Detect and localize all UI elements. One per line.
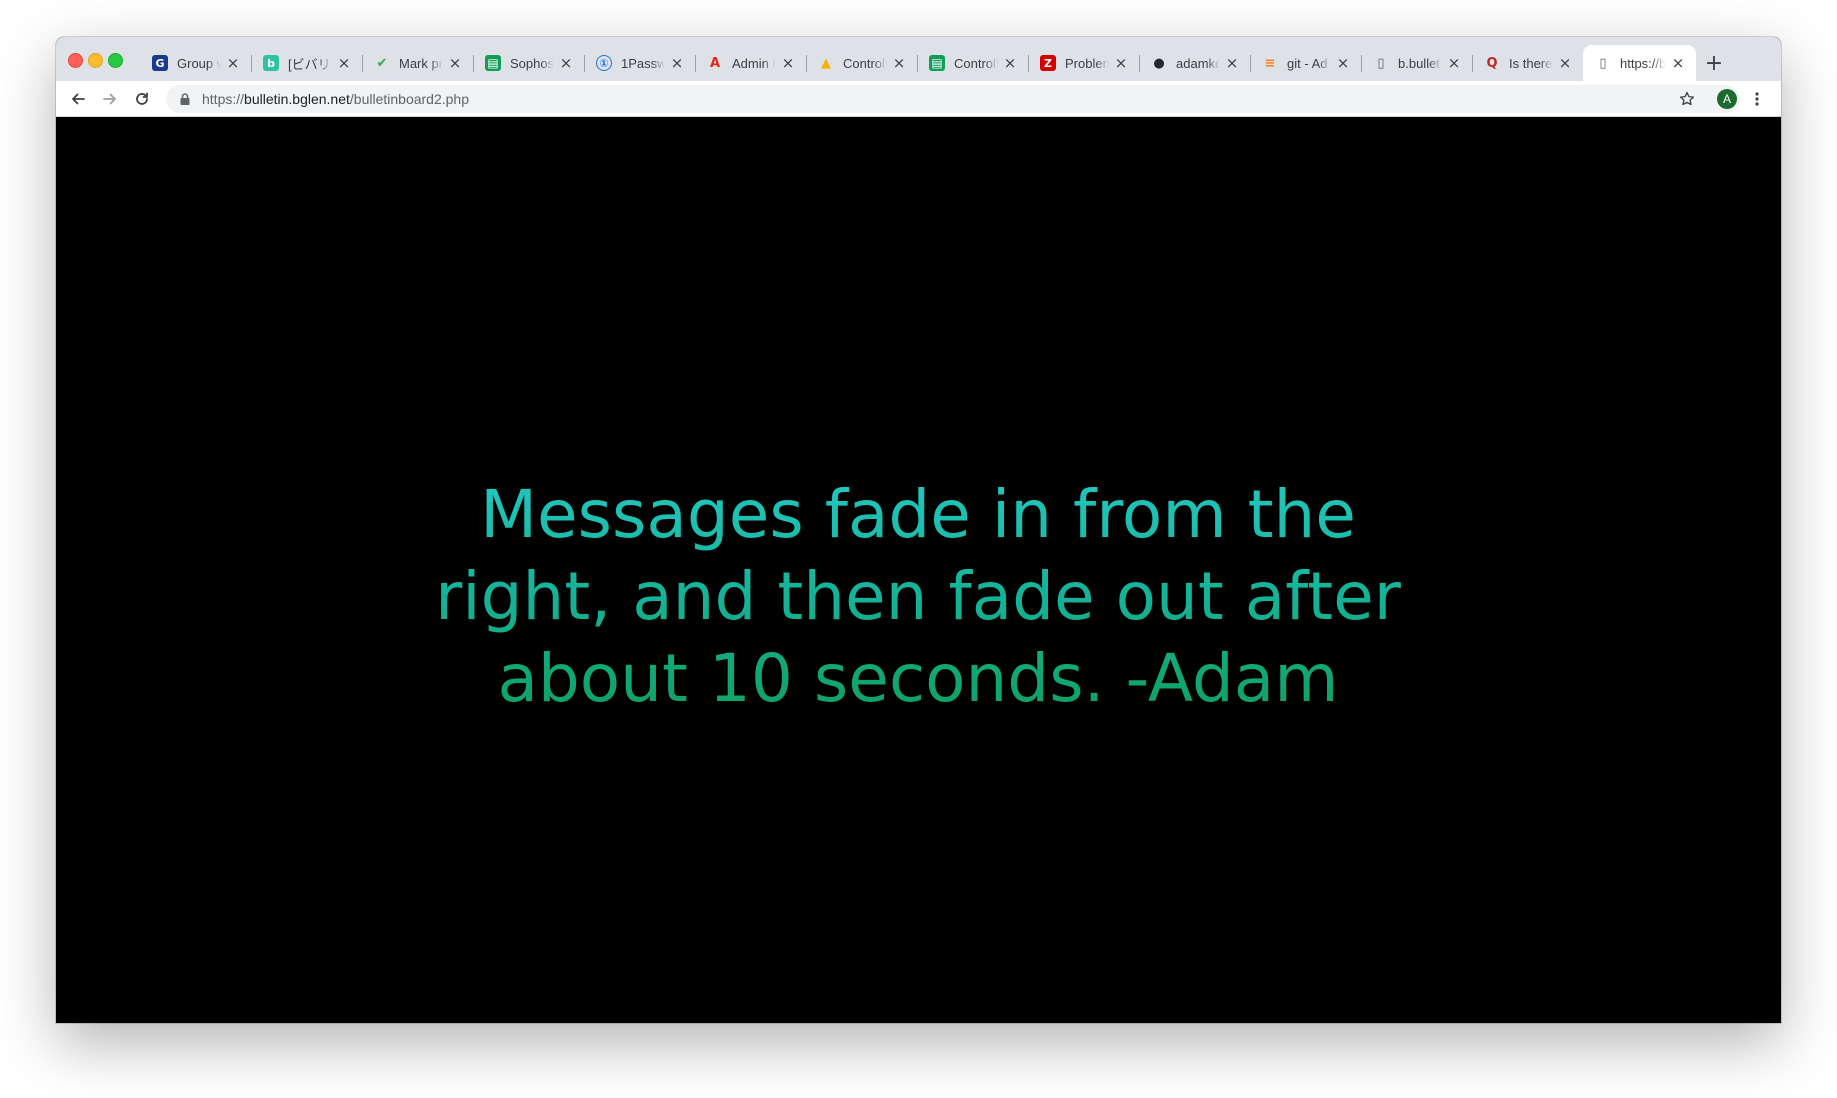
adobe-icon: A xyxy=(709,55,721,71)
tab-strip: GGroup w×b[ビバリ×✔Mark pri×▤Sophos×①1Passw… xyxy=(56,37,1781,81)
close-tab-icon[interactable]: × xyxy=(1670,54,1686,72)
arrow-right-icon xyxy=(103,93,116,105)
browser-tab[interactable]: ▤ ControlF× xyxy=(917,45,1028,81)
maximize-window-button[interactable] xyxy=(108,53,123,68)
reload-button[interactable] xyxy=(130,87,154,111)
bulletin-message: Messages fade in from the right, and the… xyxy=(418,474,1418,720)
1password-icon: ① xyxy=(596,55,612,71)
close-tab-icon[interactable]: × xyxy=(558,54,574,72)
browser-tab[interactable]: Z Problem × xyxy=(1028,45,1139,81)
browser-tab[interactable]: ▤ Sophos × xyxy=(473,45,584,81)
browser-tab[interactable]: ● adamke × xyxy=(1139,45,1250,81)
tab-list: GGroup w×b[ビバリ×✔Mark pri×▤Sophos×①1Passw… xyxy=(140,45,1696,81)
browser-tab[interactable]: ① 1Passwo× xyxy=(584,45,695,81)
close-tab-icon[interactable]: × xyxy=(336,54,352,72)
arrow-left-icon xyxy=(72,93,85,105)
url-host: bulletin.bglen.net xyxy=(244,91,350,107)
b-logo-icon: b xyxy=(263,55,279,71)
url-text: https://bulletin.bglen.net/bulletinboard… xyxy=(202,91,469,107)
browser-tab[interactable]: Q Is there × xyxy=(1472,45,1583,81)
tab-title: Is there xyxy=(1509,55,1553,71)
tab-title: Problem xyxy=(1065,55,1109,71)
close-tab-icon[interactable]: × xyxy=(225,54,241,72)
close-tab-icon[interactable]: × xyxy=(1335,54,1351,72)
github-icon: ● xyxy=(1153,55,1165,71)
browser-tab[interactable]: ▯ b.bullet × xyxy=(1361,45,1472,81)
stackoverflow-icon: ≡ xyxy=(1264,55,1276,71)
lock-icon xyxy=(180,93,190,105)
tab-title: Group w xyxy=(177,55,221,71)
minimize-window-button[interactable] xyxy=(88,53,103,68)
browser-tab[interactable]: ✔ Mark pri × xyxy=(362,45,473,81)
g-logo-icon: G xyxy=(152,55,168,71)
browser-tab[interactable]: b [ビバリ × xyxy=(251,45,362,81)
document-icon: ▯ xyxy=(1599,55,1607,71)
star-icon xyxy=(1679,91,1695,106)
sheets-icon: ▤ xyxy=(485,55,501,71)
bookmark-star-button[interactable] xyxy=(1675,87,1699,111)
tab-title: Admin C xyxy=(732,55,776,71)
tab-title: git - Ad xyxy=(1287,55,1328,71)
profile-avatar[interactable]: A xyxy=(1717,89,1737,109)
forward-button[interactable] xyxy=(98,87,122,111)
back-button[interactable] xyxy=(66,87,90,111)
tab-title: adamke xyxy=(1176,55,1220,71)
page-content: Messages fade in from the right, and the… xyxy=(56,117,1781,1023)
browser-tab[interactable]: G Group w× xyxy=(140,45,251,81)
document-icon: ▯ xyxy=(1377,55,1385,71)
plus-icon: + xyxy=(1704,50,1724,76)
close-tab-icon[interactable]: × xyxy=(669,54,685,72)
close-tab-icon[interactable]: × xyxy=(1446,54,1462,72)
tab-title: https://b xyxy=(1620,55,1666,71)
browser-menu-button[interactable] xyxy=(1745,87,1769,111)
browser-toolbar: https://bulletin.bglen.net/bulletinboard… xyxy=(56,81,1781,117)
close-tab-icon[interactable]: × xyxy=(1557,54,1573,72)
sheets-icon: ▤ xyxy=(929,55,945,71)
avatar-initial: A xyxy=(1722,92,1731,106)
checkmark-icon: ✔ xyxy=(376,55,388,71)
url-path: /bulletinboard2.php xyxy=(349,91,470,107)
address-bar[interactable]: https://bulletin.bglen.net/bulletinboard… xyxy=(166,85,1740,113)
close-tab-icon[interactable]: × xyxy=(447,54,463,72)
more-vertical-icon xyxy=(1755,92,1759,106)
tab-title: Sophos xyxy=(510,55,554,71)
close-tab-icon[interactable]: × xyxy=(891,54,907,72)
browser-tab[interactable]: ▯ https://b × xyxy=(1583,45,1696,81)
reload-icon xyxy=(136,92,148,105)
close-tab-icon[interactable]: × xyxy=(1224,54,1240,72)
close-window-button[interactable] xyxy=(68,53,83,68)
tab-title: ControlF xyxy=(843,55,887,71)
close-tab-icon[interactable]: × xyxy=(1113,54,1129,72)
browser-window: GGroup w×b[ビバリ×✔Mark pri×▤Sophos×①1Passw… xyxy=(56,37,1781,1023)
tab-title: 1Passwo xyxy=(621,55,665,71)
drive-icon: ▲ xyxy=(821,55,831,71)
close-tab-icon[interactable]: × xyxy=(1002,54,1018,72)
tab-title: ControlF xyxy=(954,55,998,71)
zendesk-z-icon: Z xyxy=(1040,55,1056,71)
browser-tab[interactable]: A Admin C× xyxy=(695,45,806,81)
tab-title: b.bullet xyxy=(1398,55,1440,71)
new-tab-button[interactable]: + xyxy=(1702,50,1726,76)
tab-title: [ビバリ xyxy=(288,56,331,72)
browser-tab[interactable]: ▲ ControlF× xyxy=(806,45,917,81)
close-tab-icon[interactable]: × xyxy=(780,54,796,72)
tab-title: Mark pri xyxy=(399,55,443,71)
browser-tab[interactable]: ≡ git - Ad × xyxy=(1250,45,1361,81)
quora-icon: Q xyxy=(1486,55,1498,71)
url-scheme: https:// xyxy=(202,91,245,107)
